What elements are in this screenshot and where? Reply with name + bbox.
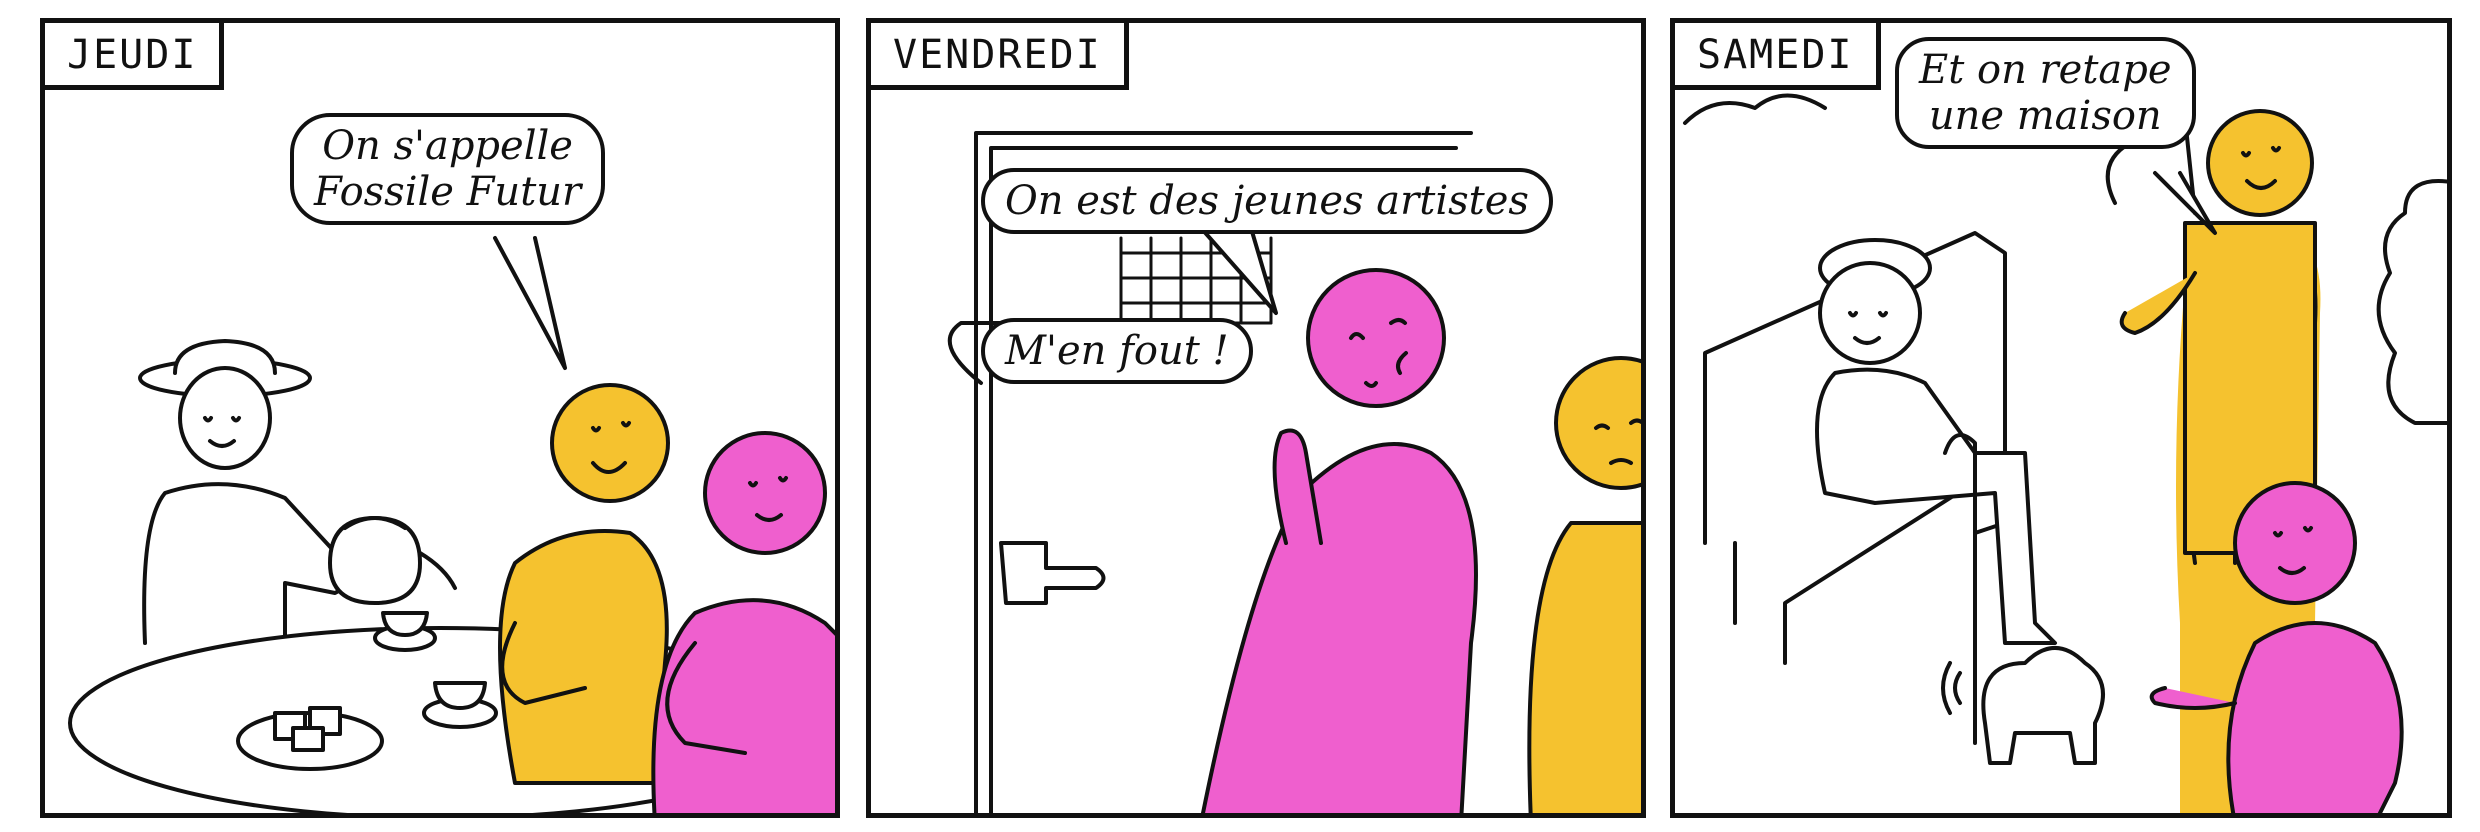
panel-samedi: SAMEDI Et on retape une maison bbox=[1670, 18, 2452, 818]
speech-line: On s'appelle bbox=[322, 123, 573, 169]
speech-line: une maison bbox=[1928, 93, 2162, 139]
speech-bubble: On s'appelle Fossile Futur bbox=[290, 113, 606, 225]
speech-line: Et on retape bbox=[1919, 47, 2172, 93]
panel-jeudi: JEUDI On s'appelle Fossile Futur bbox=[40, 18, 840, 818]
panel-vendredi: VENDREDI On est des jeunes artistes M'en… bbox=[866, 18, 1646, 818]
speech-line: M'en fout ! bbox=[1005, 328, 1229, 374]
speech-line: Fossile Futur bbox=[314, 169, 582, 215]
speech-bubble: M'en fout ! bbox=[981, 318, 1253, 384]
speech-bubble: On est des jeunes artistes bbox=[981, 168, 1553, 234]
day-label: VENDREDI bbox=[871, 23, 1129, 90]
speech-bubble: Et on retape une maison bbox=[1895, 37, 2196, 149]
scene-door bbox=[947, 131, 1641, 813]
speech-line: On est des jeunes artistes bbox=[1005, 178, 1529, 224]
day-label: JEUDI bbox=[45, 23, 225, 90]
day-label: SAMEDI bbox=[1675, 23, 1881, 90]
